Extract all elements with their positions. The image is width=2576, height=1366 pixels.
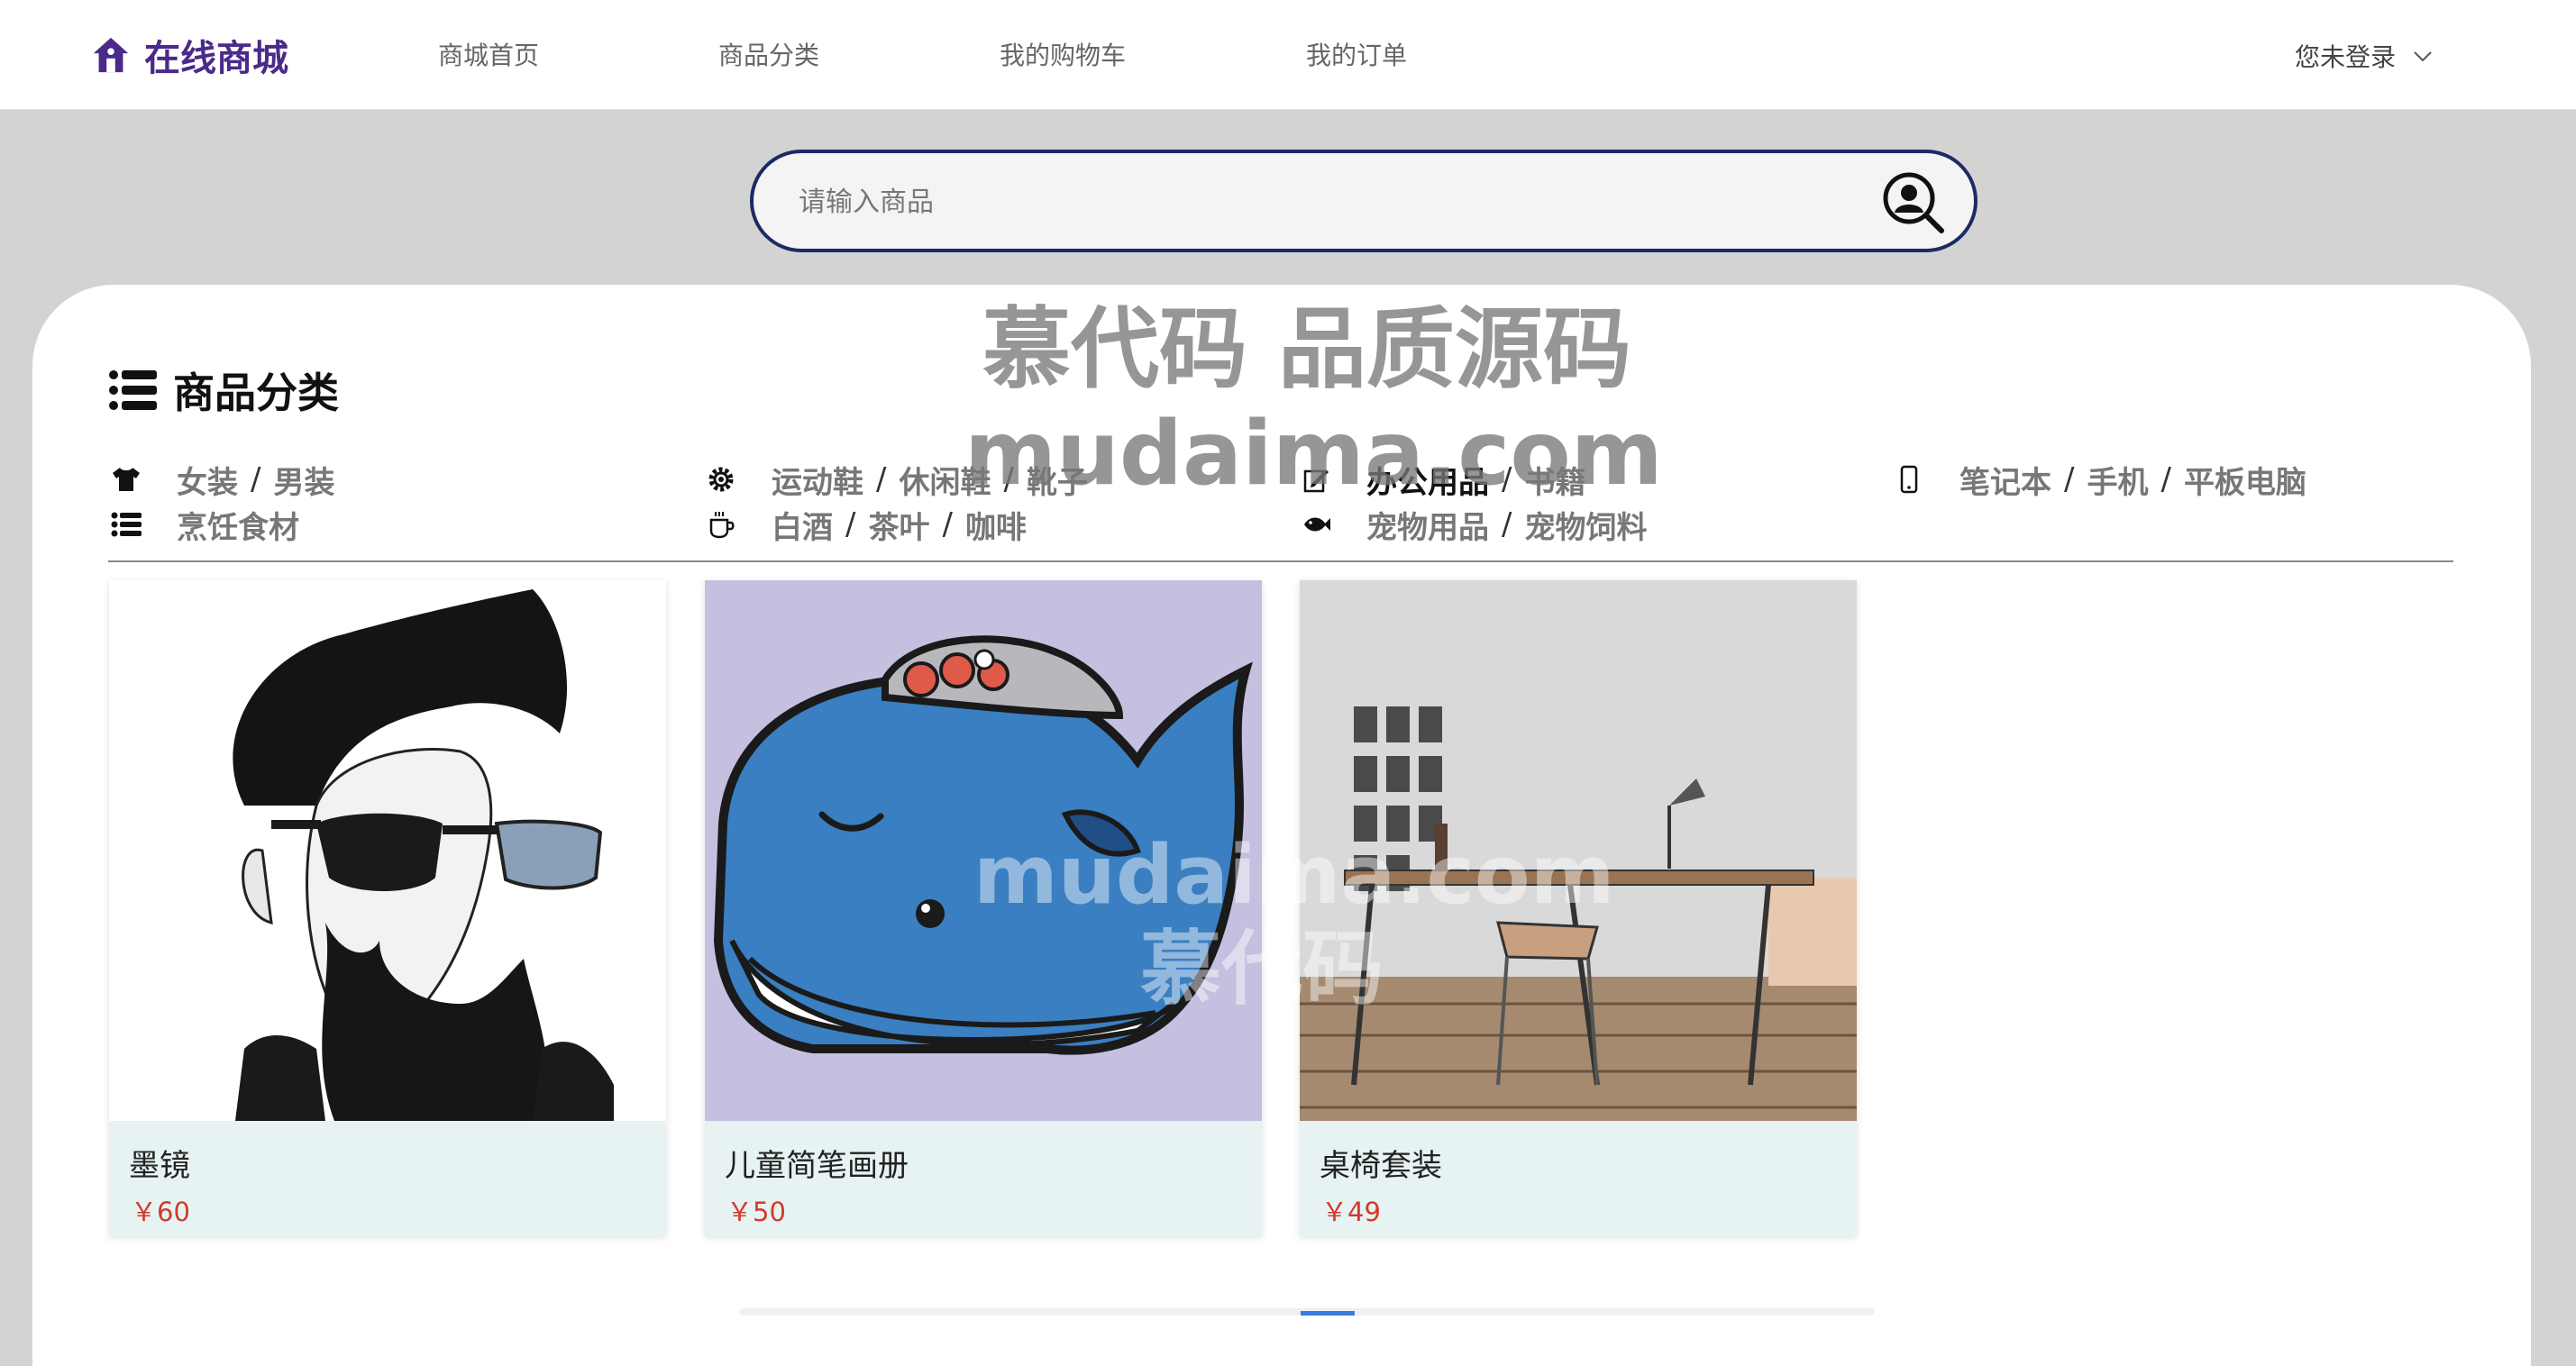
user-menu[interactable]: 您未登录 [2295,38,2434,74]
category-group-food: 烹饪食材 [106,503,299,547]
brand-logo[interactable]: 在线商城 [90,27,288,83]
category-link[interactable]: 宠物用品 [1366,503,1489,547]
search-bar [750,150,1978,252]
separator: / [2160,461,2171,497]
login-status: 您未登录 [2295,42,2397,72]
product-image [705,580,1262,1121]
nav-categories[interactable]: 商品分类 [718,38,819,74]
category-group-clothing: 女装 / 男装 [106,458,334,502]
top-navbar: 在线商城 商城首页 商品分类 我的购物车 我的订单 您未登录 [0,0,2576,110]
category-divider [108,560,2453,562]
category-link[interactable]: 休闲鞋 [899,458,991,502]
category-group-electronics: 笔记本 / 手机 / 平板电脑 [1889,458,2307,502]
search-input[interactable] [799,178,1826,225]
category-link[interactable]: 茶叶 [868,503,929,547]
category-link[interactable]: 手机 [2087,458,2148,502]
section-title: 商品分类 [173,369,339,417]
coffee-icon [701,505,741,544]
pagination-active-page[interactable] [1301,1311,1355,1316]
product-image [1300,580,1857,1121]
mobile-icon [1889,460,1929,499]
product-price: ￥60 [131,1197,190,1227]
product-name: 桌椅套装 [1320,1148,1442,1184]
product-card[interactable]: 儿童简笔画册 ￥50 [705,580,1262,1236]
brand-name: 在线商城 [144,38,288,79]
product-price: ￥49 [1321,1197,1381,1227]
category-link[interactable]: 白酒 [772,503,833,547]
category-group-office: 办公用品 / 书籍 [1296,458,1585,502]
separator: / [845,506,856,542]
product-card[interactable]: 桌椅套装 ￥49 [1300,580,1857,1236]
nav-orders[interactable]: 我的订单 [1306,38,1407,74]
list-icon [108,368,157,413]
category-group-shoes: 运动鞋 / 休闲鞋 / 靴子 [701,458,1088,502]
product-name: 儿童简笔画册 [725,1148,909,1184]
search-icon[interactable] [1880,169,1945,234]
category-link[interactable]: 靴子 [1027,458,1088,502]
category-link[interactable]: 办公用品 [1366,458,1489,502]
separator: / [942,506,953,542]
separator: / [1502,461,1512,497]
category-group-pets: 宠物用品 / 宠物饲料 [1296,503,1647,547]
product-image [109,580,666,1121]
category-link[interactable]: 男装 [273,458,334,502]
home-icon [90,34,132,76]
list-icon [106,505,146,544]
product-card[interactable]: 墨镜 ￥60 [109,580,666,1236]
product-name: 墨镜 [129,1148,190,1184]
category-link[interactable]: 咖啡 [965,503,1027,547]
chevron-down-icon [2412,45,2434,67]
category-header: 商品分类 [108,362,339,418]
separator: / [1502,506,1512,542]
nav-cart[interactable]: 我的购物车 [1000,38,1126,74]
category-link[interactable]: 书籍 [1524,458,1585,502]
category-link[interactable]: 宠物饲料 [1524,503,1647,547]
category-link[interactable]: 烹饪食材 [177,503,299,547]
category-group-drinks: 白酒 / 茶叶 / 咖啡 [701,503,1027,547]
separator: / [2064,461,2075,497]
tshirt-icon [106,460,146,499]
separator: / [876,461,887,497]
category-link[interactable]: 运动鞋 [772,458,863,502]
fish-icon [1296,505,1336,544]
category-link[interactable]: 平板电脑 [2184,458,2307,502]
edit-icon [1296,460,1336,499]
category-link[interactable]: 女装 [177,458,238,502]
gear-icon [701,460,741,499]
category-link[interactable]: 笔记本 [1959,458,2051,502]
separator: / [251,461,261,497]
separator: / [1003,461,1014,497]
product-price: ￥50 [726,1197,786,1227]
nav-home[interactable]: 商城首页 [438,38,539,74]
